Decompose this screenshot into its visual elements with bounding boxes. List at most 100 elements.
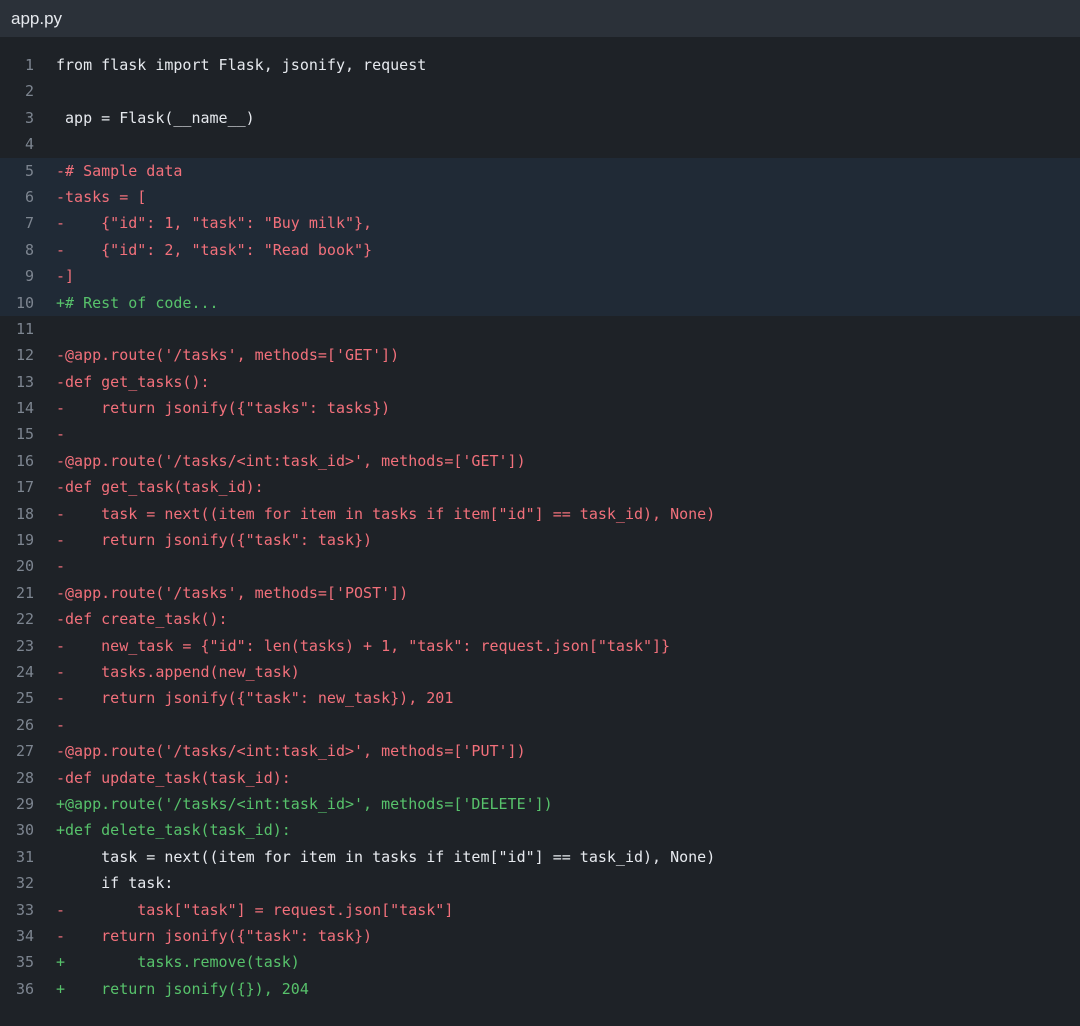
code-line: 4 [0,131,1080,157]
line-text: task = next((item for item in tasks if i… [56,847,716,866]
code-line: 7 - {"id": 1, "task": "Buy milk"}, [0,210,1080,237]
line-number: 22 [15,610,34,629]
line-text: - task = next((item for item in tasks if… [56,504,716,523]
code-line: 34 - return jsonify({"task": task}) [0,923,1080,949]
code-line: 24 - tasks.append(new_task) [0,659,1080,685]
line-number: 3 [24,108,34,127]
line-text: - {"id": 2, "task": "Read book"} [56,240,373,259]
code-line: 19 - return jsonify({"task": task}) [0,527,1080,553]
code-line: 23 - new_task = {"id": len(tasks) + 1, "t… [0,633,1080,659]
code-line: 16 -@app.route('/tasks/<int:task_id>', me… [0,448,1080,474]
file-name: app.py [11,8,63,28]
line-text: - {"id": 1, "task": "Buy milk"}, [56,214,373,233]
code-line: 27 -@app.route('/tasks/<int:task_id>', me… [0,738,1080,764]
line-number: 5 [24,161,34,180]
code-line: 18 - task = next((item for item in tasks … [0,501,1080,527]
line-number: 25 [15,689,34,708]
line-number: 9 [24,267,34,286]
code-line: 13 -def get_tasks(): [0,369,1080,395]
code-line: 25 - return jsonify({"task": new_task}), … [0,685,1080,711]
line-number: 17 [15,478,34,497]
code-line: 11 [0,316,1080,342]
line-text: -@app.route('/tasks/<int:task_id>', meth… [56,451,526,470]
line-number: 20 [15,557,34,576]
code-line: 1 from flask import Flask, jsonify, reque… [0,52,1080,78]
code-line: 28 -def update_task(task_id): [0,765,1080,791]
line-text: if task: [56,874,174,893]
line-number: 10 [15,293,34,312]
code-line: 22 -def create_task(): [0,606,1080,632]
code-line: 35 + tasks.remove(task) [0,949,1080,975]
line-number: 33 [15,900,34,919]
line-text: - [56,715,66,734]
line-text: +# Rest of code... [56,293,219,312]
code-line: 9 -] [0,263,1080,290]
line-number: 36 [15,979,34,998]
line-text: -# Sample data [56,161,183,180]
code-line: 33 - task["task"] = request.json["task"] [0,897,1080,923]
line-number: 28 [15,768,34,787]
line-number: 26 [15,715,34,734]
code-line: 2 [0,78,1080,104]
line-number: 16 [15,451,34,470]
line-text: - task["task"] = request.json["task"] [56,900,454,919]
line-text: app = Flask(__name__) [56,108,255,127]
code-line: 36 + return jsonify({}), 204 [0,976,1080,1002]
line-number: 11 [15,319,34,338]
file-header: app.py [0,0,1080,37]
line-number: 18 [15,504,34,523]
line-number: 6 [24,187,34,206]
code-line: 6 -tasks = [ [0,183,1080,211]
line-number: 7 [24,214,34,233]
line-text: - [56,425,66,444]
code-line: 21 -@app.route('/tasks', methods=['POST']… [0,580,1080,606]
line-number: 4 [24,135,34,154]
line-number: 8 [24,240,34,259]
line-text: + return jsonify({}), 204 [56,979,309,998]
code-line: 12 -@app.route('/tasks', methods=['GET']) [0,342,1080,368]
line-text: - tasks.append(new_task) [56,662,300,681]
code-line: 29 +@app.route('/tasks/<int:task_id>', me… [0,791,1080,817]
line-number: 19 [15,531,34,550]
line-text: -] [56,267,75,286]
code-line: 8 - {"id": 2, "task": "Read book"} [0,236,1080,264]
line-number: 34 [15,926,34,945]
line-number: 15 [15,425,34,444]
line-text: - return jsonify({"task": task}) [56,531,373,550]
line-text: +@app.route('/tasks/<int:task_id>', meth… [56,794,553,813]
line-text: -@app.route('/tasks', methods=['POST']) [56,583,409,602]
line-number: 24 [15,662,34,681]
code-line: 32 if task: [0,870,1080,896]
line-number: 29 [15,794,34,813]
line-text: - return jsonify({"task": new_task}), 20… [56,689,454,708]
line-text: -@app.route('/tasks', methods=['GET']) [56,346,400,365]
line-text: +def delete_task(task_id): [56,821,291,840]
line-number: 30 [15,821,34,840]
line-number: 27 [15,742,34,761]
line-text: -tasks = [ [56,187,147,206]
line-text: -def get_tasks(): [56,372,210,391]
line-number: 23 [15,636,34,655]
code-line: 30 +def delete_task(task_id): [0,817,1080,843]
line-number: 35 [15,953,34,972]
line-number: 12 [15,346,34,365]
code-view: 1 from flask import Flask, jsonify, reque… [0,37,1080,1002]
line-text: from flask import Flask, jsonify, reques… [56,56,427,74]
code-line: 3 app = Flask(__name__) [0,105,1080,131]
code-line: 17 -def get_task(task_id): [0,474,1080,500]
line-number: 31 [15,847,34,866]
line-text: - [56,557,66,576]
line-number: 14 [15,399,34,418]
code-line: 10 +# Rest of code... [0,289,1080,316]
code-line: 26 - [0,712,1080,738]
line-text: + tasks.remove(task) [56,953,300,972]
line-number: 21 [15,583,34,602]
line-number: 2 [24,82,34,101]
code-line: 20 - [0,553,1080,579]
line-number: 13 [15,372,34,391]
line-number: 32 [15,874,34,893]
code-line: 15 - [0,421,1080,447]
line-text: - new_task = {"id": len(tasks) + 1, "tas… [56,636,671,655]
line-text: - return jsonify({"tasks": tasks}) [56,399,391,418]
code-line: 5 -# Sample data [0,157,1080,184]
